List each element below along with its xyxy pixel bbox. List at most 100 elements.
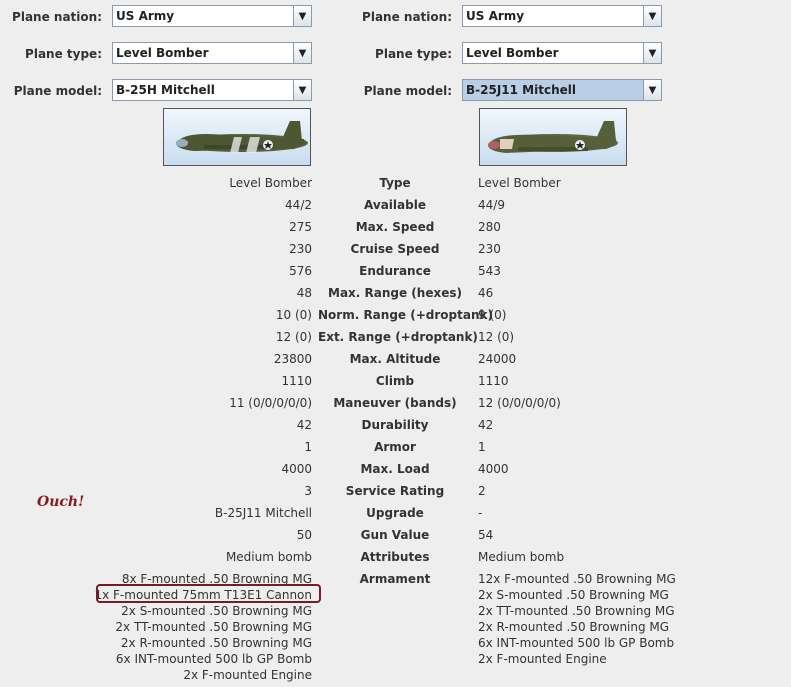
stat-left-value: 576 xyxy=(289,264,312,278)
armament-left-item: 2x F-mounted Engine xyxy=(183,668,312,682)
left-model-value: B-25H Mitchell xyxy=(116,83,215,97)
stat-label: Upgrade xyxy=(366,506,424,520)
stat-row: 12 (0) Ext. Range (+droptank) 12 (0) xyxy=(0,329,791,345)
stat-left-value: 1110 xyxy=(281,374,312,388)
armament-right-item: 2x R-mounted .50 Browning MG xyxy=(478,620,670,634)
right-model-label: Plane model: xyxy=(363,84,452,98)
stat-right-value: - xyxy=(478,506,483,520)
right-plane-image xyxy=(479,108,627,166)
stat-left-value: 230 xyxy=(289,242,312,256)
left-nation-select[interactable]: US Army ▼ xyxy=(112,5,312,27)
left-plane-image xyxy=(163,108,311,166)
stat-left-value: 4000 xyxy=(281,462,312,476)
stat-label: Ext. Range (+droptank) xyxy=(318,330,478,344)
stat-row: 1110 Climb 1110 xyxy=(0,373,791,389)
left-type-select[interactable]: Level Bomber ▼ xyxy=(112,42,312,64)
stat-right-value: 280 xyxy=(478,220,501,234)
stat-row: 275 Max. Speed 280 xyxy=(0,219,791,235)
chevron-down-icon[interactable]: ▼ xyxy=(643,6,661,26)
bomber-plane-icon xyxy=(488,121,618,153)
stat-right-value: 54 xyxy=(478,528,494,542)
stat-right-value: Medium bomb xyxy=(478,550,565,564)
armament-left-item: 2x R-mounted .50 Browning MG xyxy=(120,636,312,650)
ouch-annotation: Ouch! xyxy=(37,494,85,510)
chevron-down-icon[interactable]: ▼ xyxy=(293,43,311,63)
stat-right-value: 230 xyxy=(478,242,501,256)
stat-label: Cruise Speed xyxy=(350,242,440,256)
stat-label: Endurance xyxy=(359,264,431,278)
stat-left-value: 10 (0) xyxy=(275,308,312,322)
stat-right-value: 46 xyxy=(478,286,494,300)
left-nation-label: Plane nation: xyxy=(12,10,102,24)
stat-left-value: Level Bomber xyxy=(229,176,312,190)
stat-right-value: 1110 xyxy=(478,374,509,388)
left-nation-value: US Army xyxy=(116,9,175,23)
armament-left-item: 6x INT-mounted 500 lb GP Bomb xyxy=(115,652,312,666)
chevron-down-icon[interactable]: ▼ xyxy=(643,43,661,63)
stat-row: B-25J11 Mitchell Upgrade - xyxy=(0,505,791,521)
left-type-label: Plane type: xyxy=(25,47,102,61)
stat-row: 42 Durability 42 xyxy=(0,417,791,433)
stat-label: Norm. Range (+droptank) xyxy=(318,308,493,322)
stat-row: 48 Max. Range (hexes) 46 xyxy=(0,285,791,301)
armament-right-item: 6x INT-mounted 500 lb GP Bomb xyxy=(478,636,675,650)
stat-right-value: 2 xyxy=(478,484,486,498)
stat-right-value: 4000 xyxy=(478,462,509,476)
stat-label: Max. Altitude xyxy=(349,352,441,366)
stat-row: 576 Endurance 543 xyxy=(0,263,791,279)
stat-row: 230 Cruise Speed 230 xyxy=(0,241,791,257)
stat-label: Attributes xyxy=(360,550,430,564)
stat-right-value: 24000 xyxy=(478,352,517,366)
armament-right-item: 2x S-mounted .50 Browning MG xyxy=(478,588,669,602)
stat-right-value: 12 (0) xyxy=(478,330,515,344)
right-type-select[interactable]: Level Bomber ▼ xyxy=(462,42,662,64)
right-model-value: B-25J11 Mitchell xyxy=(463,80,643,100)
stat-label: Type xyxy=(379,176,411,190)
stat-left-value: 50 xyxy=(296,528,312,542)
stat-left-value: 44/2 xyxy=(285,198,312,212)
stat-left-value: 11 (0/0/0/0/0) xyxy=(229,396,312,410)
stat-left-value: 3 xyxy=(304,484,312,498)
chevron-down-icon[interactable]: ▼ xyxy=(293,80,311,100)
stat-left-value: 1 xyxy=(304,440,312,454)
left-type-value: Level Bomber xyxy=(116,46,209,60)
stat-right-value: 9 (0) xyxy=(478,308,507,322)
stat-right-value: 1 xyxy=(478,440,486,454)
stat-left-value: 23800 xyxy=(273,352,312,366)
stat-label: Available xyxy=(364,198,426,212)
stat-row: 10 (0) Norm. Range (+droptank) 9 (0) xyxy=(0,307,791,323)
stat-right-value: 12 (0/0/0/0/0) xyxy=(478,396,561,410)
right-nation-label: Plane nation: xyxy=(362,10,452,24)
stat-left-value: 275 xyxy=(289,220,312,234)
right-nation-select[interactable]: US Army ▼ xyxy=(462,5,662,27)
armament-right-item: 2x F-mounted Engine xyxy=(478,652,607,666)
stat-label: Maneuver (bands) xyxy=(333,396,457,410)
stat-right-value: Level Bomber xyxy=(478,176,561,190)
stat-row: Level Bomber Type Level Bomber xyxy=(0,175,791,191)
left-model-select[interactable]: B-25H Mitchell ▼ xyxy=(112,79,312,101)
stat-left-value: 12 (0) xyxy=(275,330,312,344)
stat-right-value: 42 xyxy=(478,418,494,432)
right-model-select[interactable]: B-25J11 Mitchell ▼ xyxy=(462,79,662,101)
stat-left-value: 42 xyxy=(296,418,312,432)
armament-right-item: 12x F-mounted .50 Browning MG xyxy=(478,572,676,586)
armament-right-item: 2x TT-mounted .50 Browning MG xyxy=(478,604,675,618)
stat-left-value: B-25J11 Mitchell xyxy=(214,506,312,520)
stat-row: 3 Service Rating 2 xyxy=(0,483,791,499)
stat-row: 11 (0/0/0/0/0) Maneuver (bands) 12 (0/0/0/… xyxy=(0,395,791,411)
armament-left-item: 2x TT-mounted .50 Browning MG xyxy=(115,620,312,634)
armament-label: Armament xyxy=(359,572,431,586)
stat-label: Durability xyxy=(361,418,429,432)
stat-row: 44/2 Available 44/9 xyxy=(0,197,791,213)
highlight-box xyxy=(96,584,321,603)
stat-right-value: 44/9 xyxy=(478,198,505,212)
stat-label: Max. Range (hexes) xyxy=(328,286,462,300)
chevron-down-icon[interactable]: ▼ xyxy=(293,6,311,26)
stat-row: 4000 Max. Load 4000 xyxy=(0,461,791,477)
stat-row: 23800 Max. Altitude 24000 xyxy=(0,351,791,367)
left-model-label: Plane model: xyxy=(13,84,102,98)
stat-label: Max. Speed xyxy=(355,220,435,234)
stat-label: Armor xyxy=(374,440,416,454)
chevron-down-icon[interactable]: ▼ xyxy=(643,80,661,100)
stat-row: 50 Gun Value 54 xyxy=(0,527,791,543)
